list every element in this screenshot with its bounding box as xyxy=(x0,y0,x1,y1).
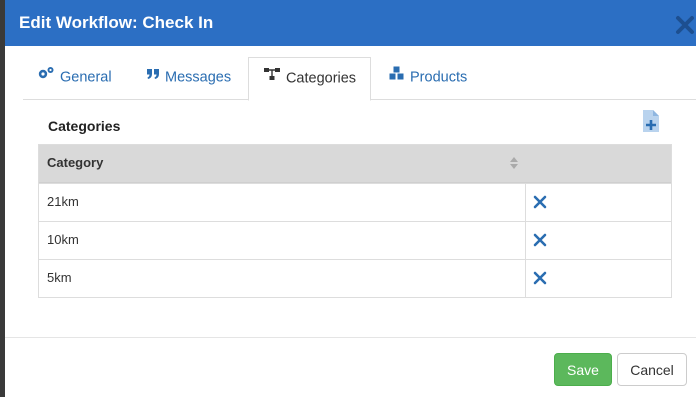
edit-workflow-dialog: Edit Workflow: Check In General Messages… xyxy=(5,0,696,397)
delete-icon[interactable] xyxy=(533,233,547,247)
column-divider xyxy=(525,184,526,221)
quote-icon xyxy=(146,56,160,97)
cancel-button[interactable]: Cancel xyxy=(617,353,687,386)
section-title: Categories xyxy=(48,118,121,134)
delete-icon[interactable] xyxy=(533,271,547,285)
column-divider xyxy=(525,222,526,259)
category-name: 5km xyxy=(47,270,72,285)
category-name: 10km xyxy=(47,232,79,247)
table-header: Category xyxy=(39,145,671,183)
tab-categories-label: Categories xyxy=(285,70,357,87)
tab-products[interactable]: Products xyxy=(389,57,467,98)
tab-messages[interactable]: Messages xyxy=(146,57,231,98)
categories-table: Category 21km 10km 5km xyxy=(38,144,672,298)
table-row: 21km xyxy=(39,183,671,221)
tab-categories[interactable]: Categories xyxy=(248,57,371,101)
cubes-icon xyxy=(389,56,405,97)
dialog-header: Edit Workflow: Check In xyxy=(5,0,696,46)
gears-icon xyxy=(37,56,55,97)
sitemap-icon xyxy=(263,57,281,98)
footer-divider xyxy=(5,337,696,338)
table-row: 5km xyxy=(39,259,671,297)
save-button[interactable]: Save xyxy=(554,353,612,386)
add-file-icon[interactable] xyxy=(642,109,660,133)
column-header-category[interactable]: Category xyxy=(47,155,103,170)
table-row: 10km xyxy=(39,221,671,259)
dialog-title: Edit Workflow: Check In xyxy=(19,13,214,32)
category-name: 21km xyxy=(47,194,79,209)
tab-general[interactable]: General xyxy=(37,57,112,98)
sort-icon[interactable] xyxy=(509,155,519,171)
tab-general-label: General xyxy=(60,69,112,86)
tab-bar: General Messages Categories Products xyxy=(23,57,696,101)
tab-products-label: Products xyxy=(410,69,468,86)
close-icon[interactable] xyxy=(674,14,696,36)
tab-messages-label: Messages xyxy=(165,69,232,86)
delete-icon[interactable] xyxy=(533,195,547,209)
column-divider xyxy=(525,260,526,297)
